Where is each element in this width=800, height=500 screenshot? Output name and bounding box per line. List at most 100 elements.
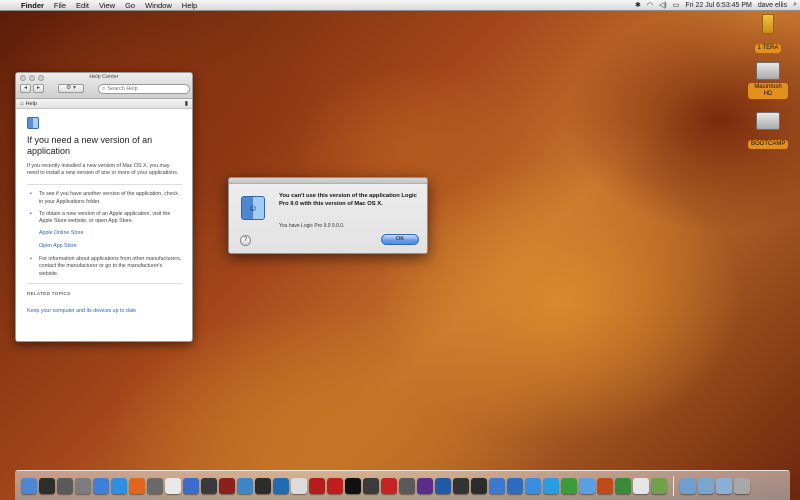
- help-article: If you need a new version of an applicat…: [16, 109, 192, 317]
- alert-titlebar: [229, 178, 427, 184]
- motion-icon[interactable]: [399, 477, 415, 494]
- photo-booth-icon[interactable]: [219, 477, 235, 494]
- compressor-icon[interactable]: [363, 477, 379, 494]
- safari-icon[interactable]: [111, 477, 127, 494]
- logic-icon[interactable]: [327, 477, 343, 494]
- app-store-icon[interactable]: [93, 477, 109, 494]
- breadcrumb: ⌂ Help ▮: [16, 99, 192, 109]
- menu-view[interactable]: View: [94, 1, 120, 10]
- firefox-icon[interactable]: [129, 477, 145, 494]
- list-item: For information about applications from …: [27, 256, 182, 278]
- menu-file[interactable]: File: [49, 1, 71, 10]
- search-icon: ⌕: [102, 85, 106, 92]
- apple-online-store-link[interactable]: Apple Online Store: [27, 230, 182, 236]
- menu-edit[interactable]: Edit: [71, 1, 94, 10]
- alert-info: You have Logic Pro 9.0 9.0.0.: [279, 223, 345, 229]
- finder-icon: [27, 117, 39, 129]
- ok-button[interactable]: OK: [381, 234, 419, 245]
- finder-icon[interactable]: [21, 477, 37, 494]
- drive-label: Macintosh HD: [748, 83, 788, 99]
- volume-icon[interactable]: ◁): [656, 1, 670, 9]
- mainstage-icon[interactable]: [345, 477, 361, 494]
- itunes-icon[interactable]: [183, 477, 199, 494]
- cube-icon[interactable]: [651, 477, 667, 494]
- ical-icon[interactable]: [165, 477, 181, 494]
- help-search-input[interactable]: [107, 86, 188, 92]
- article-heading: If you need a new version of an applicat…: [27, 135, 153, 156]
- textedit-icon[interactable]: [633, 477, 649, 494]
- bluetooth-icon[interactable]: ✱: [632, 1, 644, 9]
- breadcrumb-help[interactable]: Help: [26, 101, 37, 107]
- list-item: To obtain a new version of an Apple appl…: [27, 211, 182, 225]
- premiere-icon[interactable]: [417, 477, 433, 494]
- battery-icon[interactable]: ▭: [670, 1, 683, 9]
- xcode-icon[interactable]: [489, 477, 505, 494]
- downloads-folder-icon[interactable]: [716, 477, 732, 494]
- mail-icon[interactable]: [147, 477, 163, 494]
- photoshop-icon[interactable]: [435, 477, 451, 494]
- drive-label: 1 TERA: [754, 44, 782, 53]
- iphoto-icon[interactable]: [237, 477, 253, 494]
- mission-control-icon[interactable]: [57, 477, 73, 494]
- related-topic-link[interactable]: Keep your computer and its devices up to…: [27, 308, 136, 314]
- garageband-icon[interactable]: [309, 477, 325, 494]
- menu-window[interactable]: Window: [140, 1, 177, 10]
- divider: [27, 282, 182, 284]
- forward-button[interactable]: ▸: [33, 84, 44, 93]
- hard-drive-icon: [756, 112, 780, 130]
- desktop-drive-macintosh-hd[interactable]: Macintosh HD: [748, 62, 788, 100]
- menu-go[interactable]: Go: [120, 1, 140, 10]
- desktop-drive-1tera[interactable]: 1 TERA: [748, 14, 788, 54]
- usb-drive-icon: [762, 14, 774, 34]
- finder-icon: ☺: [241, 196, 265, 220]
- dock: [15, 470, 790, 500]
- aperture-icon[interactable]: [255, 477, 271, 494]
- help-search-field[interactable]: ⌕: [98, 84, 190, 94]
- documents-folder-icon[interactable]: [698, 477, 714, 494]
- dashboard-icon[interactable]: [39, 477, 55, 494]
- hard-drive-icon: [756, 62, 780, 80]
- time-machine-icon[interactable]: [201, 477, 217, 494]
- related-topics-label: RELATED TOPICS: [27, 291, 71, 297]
- help-window-title: Help Center: [89, 74, 119, 80]
- help-center-window: Help Center ◂ ▸ ⚙ ▾ ⌕ ⌂ Help ▮ If you ne…: [15, 72, 193, 342]
- system-prefs-icon[interactable]: [75, 477, 91, 494]
- clock-menu[interactable]: Fri 22 Jul 6:53:45 PM: [682, 2, 755, 9]
- desktop-drive-bootcamp[interactable]: BOOTCAMP: [748, 112, 789, 150]
- quicktime-icon[interactable]: [273, 477, 289, 494]
- help-window-titlebar[interactable]: Help Center ◂ ▸ ⚙ ▾ ⌕: [16, 73, 192, 99]
- menu-app-finder[interactable]: Finder: [16, 1, 49, 10]
- open-app-store-link[interactable]: Open App Store: [27, 243, 182, 249]
- applications-folder-icon[interactable]: [680, 477, 696, 494]
- dock-separator: [673, 475, 674, 496]
- soundtrack-icon[interactable]: [381, 477, 397, 494]
- help-button[interactable]: ?: [240, 235, 251, 246]
- menu-help[interactable]: Help: [177, 1, 202, 10]
- adium-icon[interactable]: [561, 477, 577, 494]
- home-icon[interactable]: ⌂: [20, 101, 24, 107]
- divider: [27, 184, 182, 186]
- user-menu[interactable]: dave ellis: [755, 2, 790, 9]
- alert-dialog: ☺ You can't use this version of the appl…: [228, 177, 428, 254]
- menu-bar: Finder File Edit View Go Window Help ✱ ◠…: [0, 0, 800, 11]
- spotlight-icon[interactable]: ⌕: [790, 1, 800, 9]
- chrome-icon[interactable]: [615, 477, 631, 494]
- article-list: To see if you have another version of th…: [27, 191, 182, 225]
- trash-icon[interactable]: [734, 477, 750, 494]
- action-menu-button[interactable]: ⚙ ▾: [58, 84, 84, 93]
- chat-icon[interactable]: [579, 477, 595, 494]
- skype-icon[interactable]: [543, 477, 559, 494]
- list-item: To see if you have another version of th…: [27, 191, 182, 205]
- handbrake-icon[interactable]: [597, 477, 613, 494]
- article-intro: If you recently installed a new version …: [27, 163, 179, 177]
- wifi-icon[interactable]: ◠: [644, 1, 656, 9]
- network-icon[interactable]: [507, 477, 523, 494]
- bookmark-icon[interactable]: ▮: [185, 100, 188, 107]
- preview-icon[interactable]: [525, 477, 541, 494]
- alert-message: You can't use this version of the applic…: [279, 193, 417, 207]
- back-button[interactable]: ◂: [20, 84, 31, 93]
- clock-icon[interactable]: [291, 477, 307, 494]
- cinema-icon[interactable]: [453, 477, 469, 494]
- drive-label: BOOTCAMP: [748, 140, 789, 149]
- dvd-player-icon[interactable]: [471, 477, 487, 494]
